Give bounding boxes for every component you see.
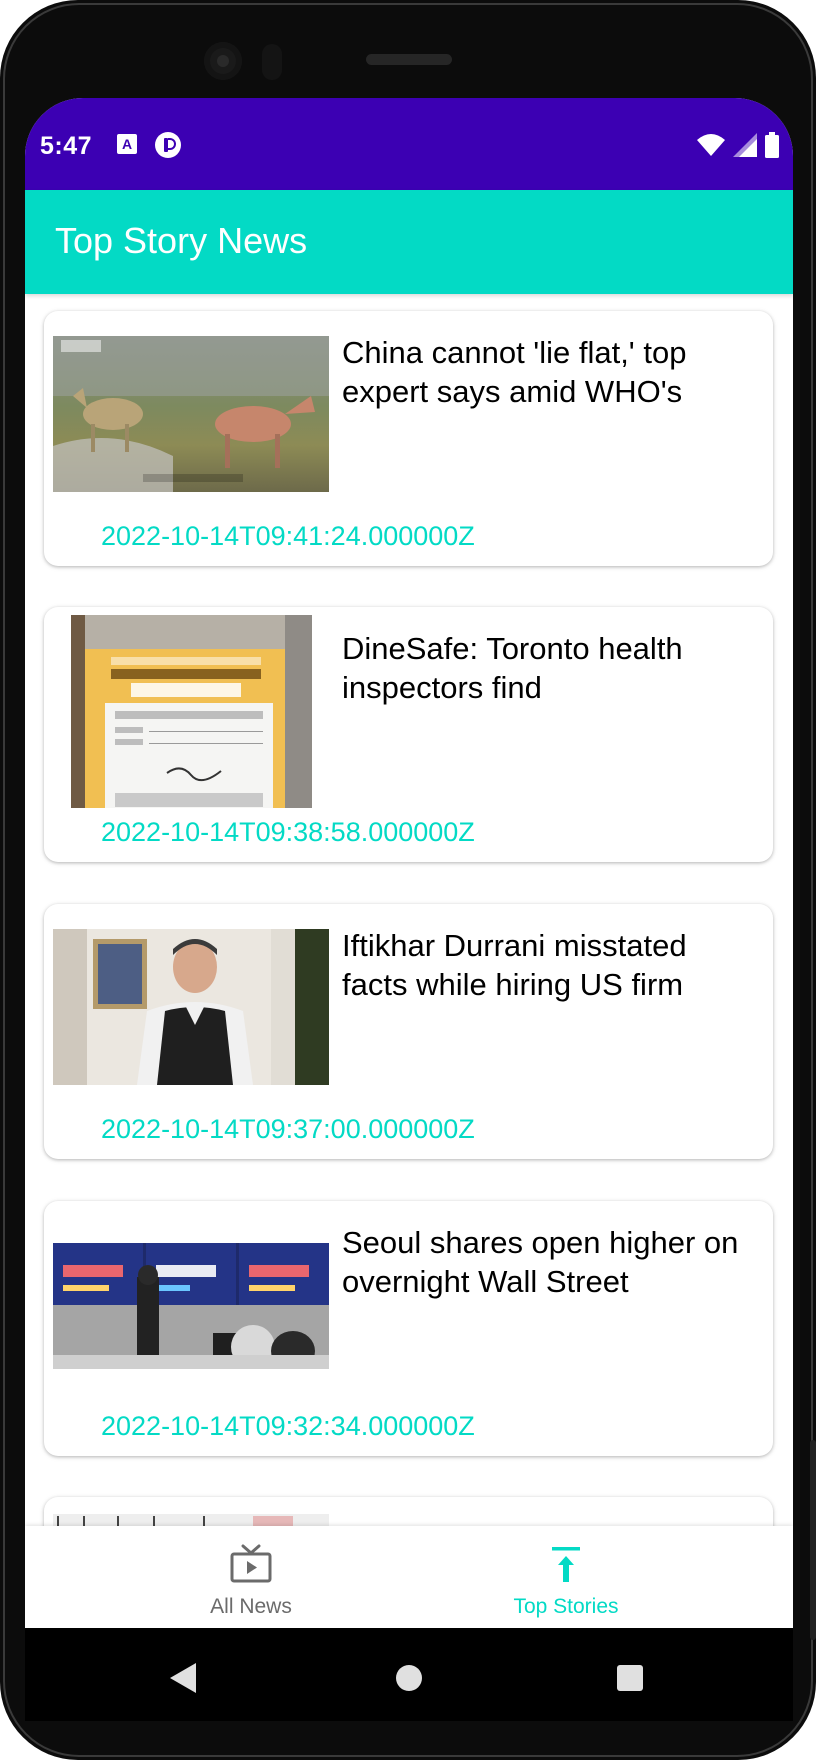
status-time: 5:47 <box>40 132 93 160</box>
news-date: 2022-10-14T09:38:58.000000Z <box>101 817 475 847</box>
nav-label-all-news: All News <box>210 1595 292 1618</box>
news-image <box>53 1514 329 1526</box>
news-title: Iftikhar Durrani misstated facts while h… <box>342 928 687 1002</box>
nav-item-top-stories[interactable]: Top Stories <box>466 1544 666 1619</box>
tv-icon <box>230 1544 272 1583</box>
news-date: 2022-10-14T09:32:34.000000Z <box>101 1411 475 1441</box>
news-image <box>53 336 329 492</box>
status-bar: 5:47 A <box>25 98 793 190</box>
system-navigation-bar <box>25 1628 793 1721</box>
front-camera <box>204 42 242 80</box>
news-date: 2022-10-14T09:41:24.000000Z <box>101 521 475 551</box>
news-title: China cannot 'lie flat,' top expert says… <box>342 335 687 409</box>
news-card[interactable] <box>44 1497 773 1526</box>
photo-thumbnail-icon <box>53 336 329 492</box>
photo-thumbnail-icon <box>71 615 312 808</box>
news-list[interactable]: China cannot 'lie flat,' top expert says… <box>25 294 793 1526</box>
news-image <box>53 1243 329 1369</box>
news-card[interactable]: Seoul shares open higher on overnight Wa… <box>44 1201 773 1456</box>
battery-icon <box>765 132 779 158</box>
photo-thumbnail-icon <box>53 1243 329 1369</box>
nav-item-all-news[interactable]: All News <box>151 1544 351 1619</box>
earpiece-speaker <box>366 54 452 65</box>
news-image <box>71 615 312 808</box>
cellular-signal-icon <box>733 133 757 157</box>
arrow-up-to-top-icon <box>552 1547 580 1582</box>
recents-button[interactable] <box>617 1665 643 1691</box>
news-title: Seoul shares open higher on overnight Wa… <box>342 1225 739 1299</box>
news-image <box>53 929 329 1085</box>
news-card[interactable]: DineSafe: Toronto health inspectors find… <box>44 607 773 862</box>
screen: 5:47 A Top Story News China cannot 'lie … <box>25 98 793 1721</box>
photo-thumbnail-icon <box>53 929 329 1085</box>
status-icons <box>697 131 779 159</box>
proximity-sensor <box>262 44 282 80</box>
news-title: DineSafe: Toronto health inspectors find <box>342 631 683 705</box>
news-date: 2022-10-14T09:37:00.000000Z <box>101 1114 475 1144</box>
photo-thumbnail-icon <box>53 1514 329 1526</box>
side-button <box>810 1440 816 1640</box>
phone-frame: 5:47 A Top Story News China cannot 'lie … <box>0 0 816 1760</box>
bottom-navigation: All News Top Stories <box>25 1526 793 1628</box>
news-card[interactable]: Iftikhar Durrani misstated facts while h… <box>44 904 773 1159</box>
app-bar: Top Story News <box>25 190 793 294</box>
wifi-icon <box>697 134 725 156</box>
notification-a-icon: A <box>117 134 137 154</box>
nav-label-top-stories: Top Stories <box>513 1595 619 1618</box>
back-button[interactable] <box>170 1663 196 1693</box>
home-button[interactable] <box>396 1665 422 1691</box>
notification-p-icon <box>155 132 181 158</box>
news-card[interactable]: China cannot 'lie flat,' top expert says… <box>44 311 773 566</box>
app-title: Top Story News <box>55 220 308 261</box>
